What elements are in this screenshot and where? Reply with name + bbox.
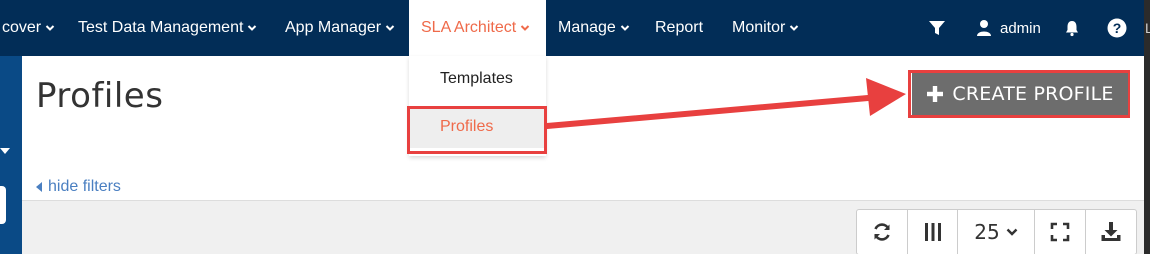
download-button[interactable] [1086,210,1136,254]
create-profile-button[interactable]: CREATE PROFILE [912,73,1128,115]
chevron-down-icon [520,25,530,31]
nav-item-label: Manage [558,19,616,36]
chevron-down-icon [1006,228,1018,236]
chevron-down-icon [790,25,799,31]
user-menu[interactable]: admin [976,0,1041,56]
nav-item-label: Test Data Management [78,19,244,36]
create-profile-label: CREATE PROFILE [952,83,1114,105]
nav-item-label: cover [2,19,42,36]
page-title: Profiles [36,76,164,116]
help-button[interactable]: ? [1107,0,1127,56]
hide-filters-link[interactable]: hide filters [36,178,121,196]
refresh-icon [874,223,890,241]
fullscreen-button[interactable] [1035,210,1086,254]
bell-icon [1066,21,1078,37]
page-size-select[interactable]: 25 [958,210,1035,254]
caret-down-icon[interactable] [0,148,10,154]
nav-item-discover[interactable]: cover [2,0,55,56]
fullscreen-icon [1050,222,1070,242]
chevron-down-icon [248,25,257,31]
columns-button[interactable] [908,210,958,254]
nav-item-label: Monitor [732,19,786,36]
nav-item-test-data-management[interactable]: Test Data Management [78,0,257,56]
edge-text: L [1145,20,1150,36]
svg-text:?: ? [1113,20,1122,36]
nav-item-report[interactable]: Report [655,0,703,56]
nav-item-label: Report [655,19,704,36]
filter-icon [929,21,945,35]
left-sidebar [0,56,22,254]
chevron-down-icon [620,25,630,31]
caret-left-icon [36,182,42,192]
columns-icon [924,223,941,241]
chevron-down-icon [385,25,395,31]
nav-item-app-manager[interactable]: App Manager [285,0,395,56]
notifications-button[interactable] [1064,0,1080,56]
user-icon [977,20,991,36]
chevron-down-icon [45,25,55,31]
nav-item-label: SLA Architect [421,19,517,36]
nav-item-label: App Manager [285,19,382,36]
plus-icon [927,86,944,102]
filter-button[interactable] [928,0,946,56]
sidebar-tab[interactable] [0,186,6,224]
nav-item-manage[interactable]: Manage [558,0,630,56]
user-name: admin [1000,19,1041,37]
hide-filters-label: hide filters [48,178,121,195]
window-edge [1144,0,1150,254]
nav-item-sla-architect[interactable]: SLA Architect [409,0,546,56]
dropdown-item-label: Templates [440,70,513,87]
help-icon: ? [1107,18,1127,38]
dropdown-item-templates[interactable]: Templates [409,68,546,94]
profiles-highlight [407,106,547,154]
nav-item-monitor[interactable]: Monitor [732,0,799,56]
app-frame: cover Test Data Management App Manager S… [0,0,1150,254]
download-icon [1101,222,1121,241]
table-toolbar: 25 [856,209,1137,254]
page-size-value: 25 [974,220,1000,244]
top-navbar: cover Test Data Management App Manager S… [0,0,1144,56]
refresh-button[interactable] [857,210,908,254]
